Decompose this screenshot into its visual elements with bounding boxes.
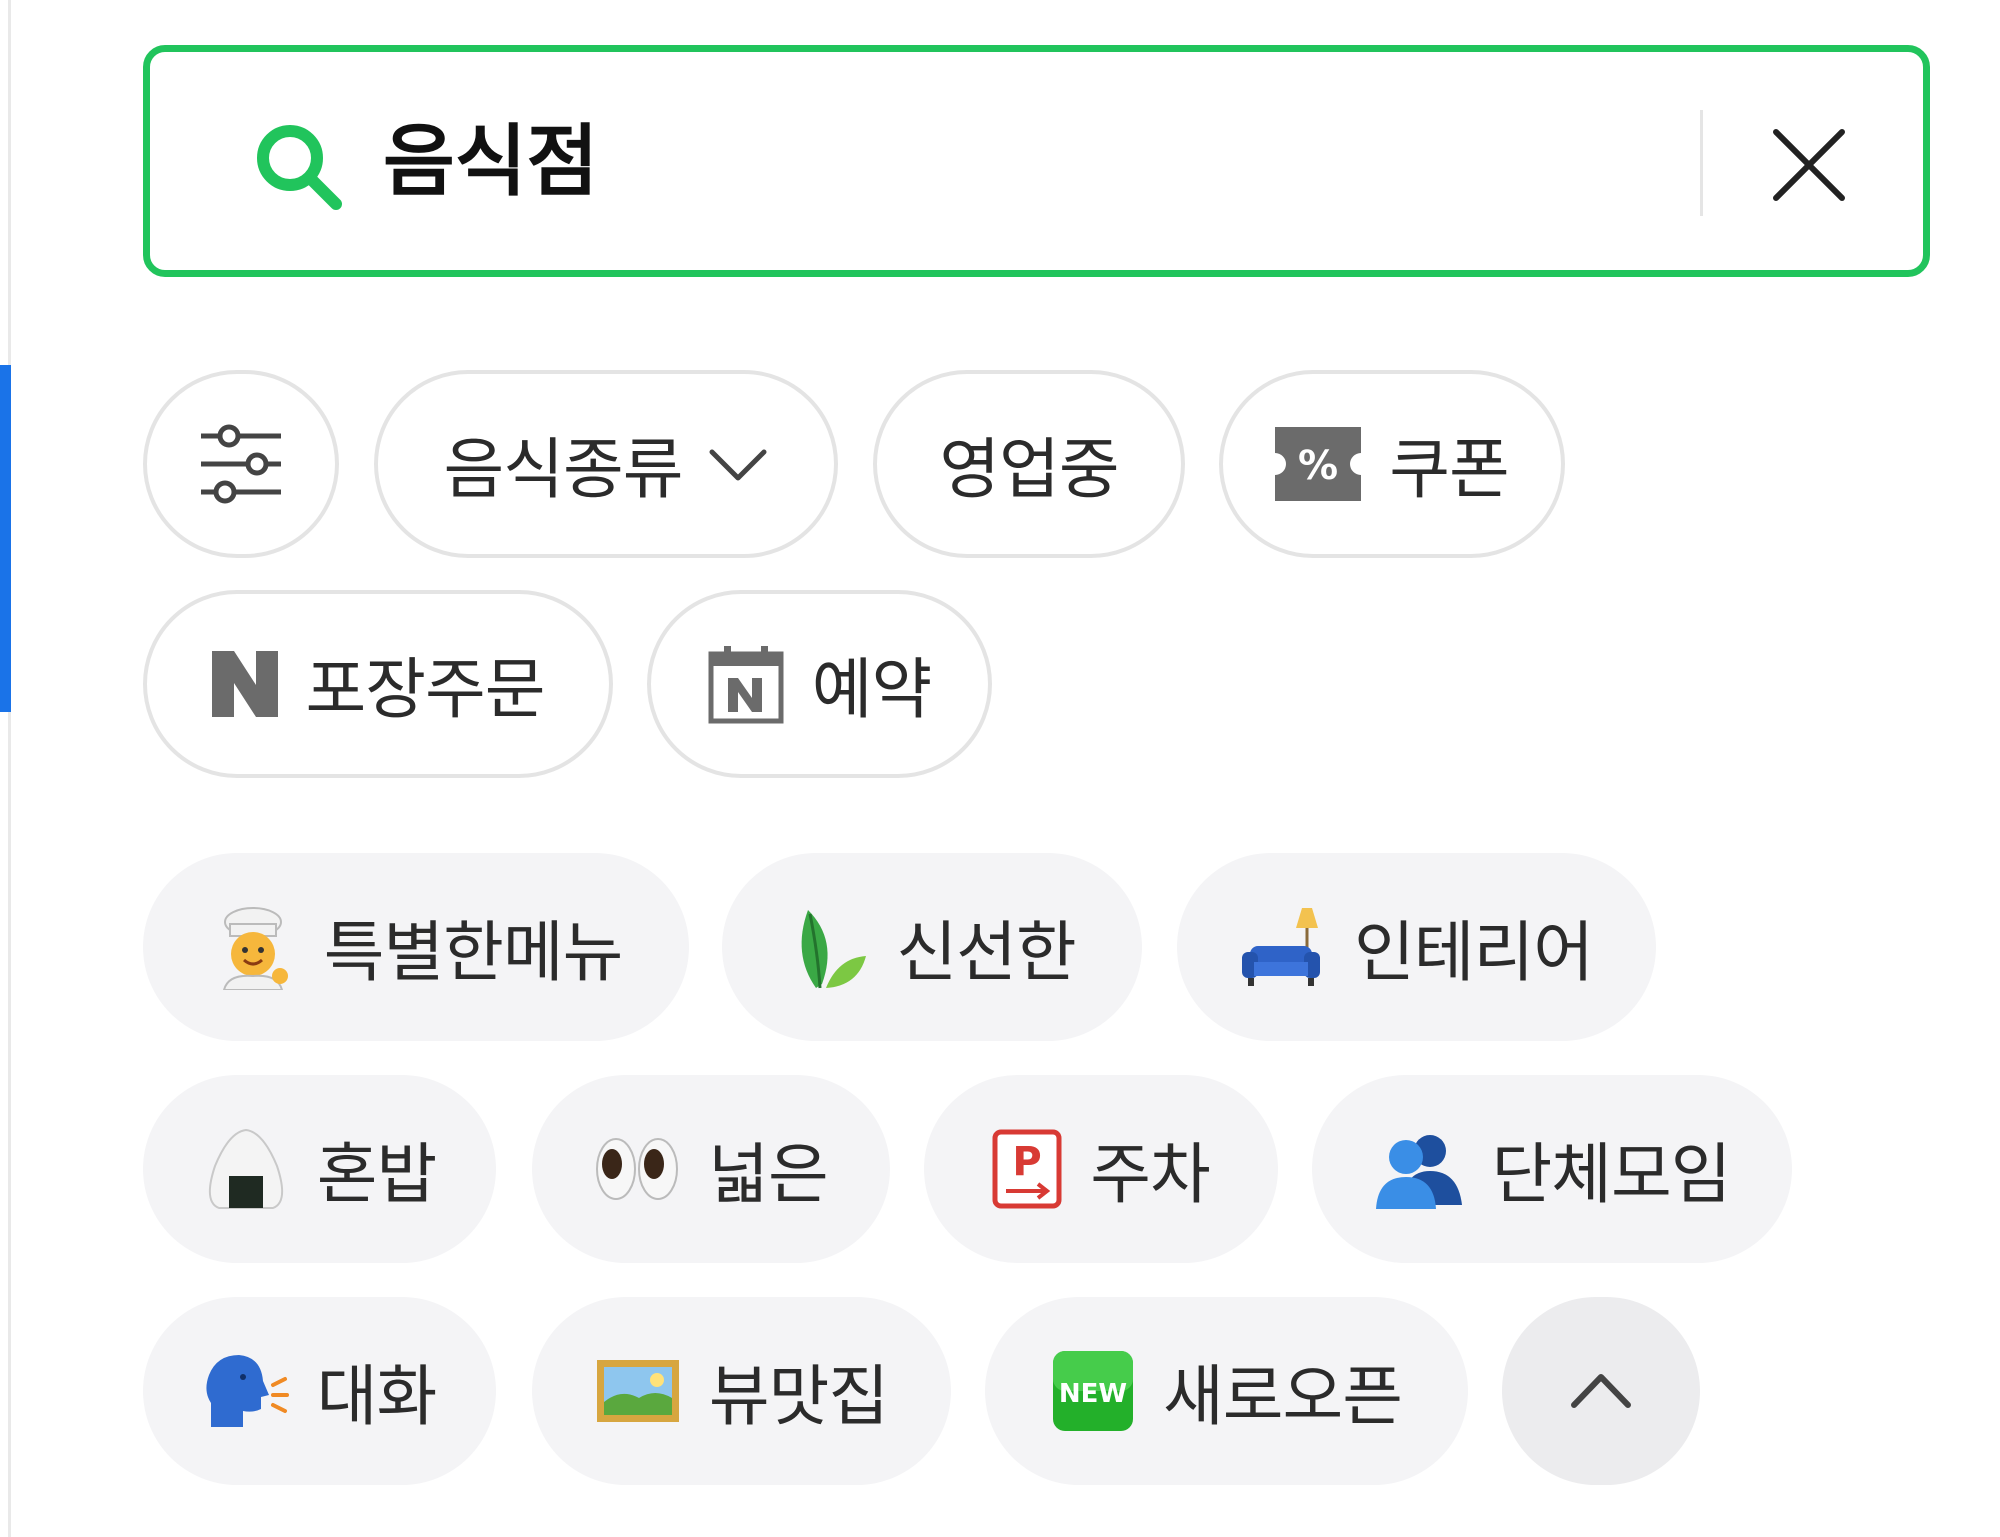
svg-text:%: %: [1298, 443, 1338, 489]
filter-label: 영업중: [939, 431, 1119, 508]
leaf-icon: [802, 910, 867, 989]
filter-reservation[interactable]: 예약: [647, 590, 992, 778]
filter-label: 포장주문: [305, 651, 546, 728]
chef-icon: [222, 907, 288, 990]
tag-label: 뷰맛집: [708, 1358, 889, 1435]
filter-label: 쿠폰: [1389, 431, 1509, 508]
svg-text:NEW: NEW: [1059, 1379, 1127, 1409]
search-icon: [257, 125, 342, 210]
sofa-lamp-icon: [1242, 908, 1321, 986]
tag-label: 단체모임: [1491, 1136, 1732, 1213]
tag-label: 특별한메뉴: [323, 914, 624, 991]
tag-label: 대화: [316, 1358, 437, 1435]
parking-icon: P: [992, 1129, 1062, 1209]
filter-food-type-dropdown[interactable]: 음식종류: [374, 370, 838, 558]
landscape-picture-icon: [596, 1360, 679, 1422]
tag-label: 새로오픈: [1163, 1358, 1403, 1435]
chevron-up-icon: [1571, 1374, 1631, 1408]
tag-view-restaurant[interactable]: 뷰맛집: [532, 1297, 951, 1485]
tag-label: 넓은: [708, 1136, 828, 1213]
filter-takeout-order[interactable]: 포장주문: [143, 590, 613, 778]
naver-n-icon: [211, 651, 278, 717]
tag-new-open[interactable]: NEW 새로오픈: [985, 1297, 1468, 1485]
calendar-n-icon: [708, 646, 784, 724]
collapse-tags-button[interactable]: [1502, 1297, 1700, 1485]
tag-spacious[interactable]: 넓은: [532, 1075, 890, 1263]
filter-label: 음식종류: [443, 431, 684, 508]
sliders-icon: [201, 424, 281, 504]
rice-ball-icon: [208, 1128, 283, 1209]
tag-special-menu[interactable]: 특별한메뉴: [143, 853, 689, 1041]
tag-label: 주차: [1090, 1136, 1210, 1213]
tag-parking[interactable]: P 주차: [924, 1075, 1278, 1263]
tag-group-gathering[interactable]: 단체모임: [1312, 1075, 1792, 1263]
tag-conversation[interactable]: 대화: [143, 1297, 496, 1485]
search-input[interactable]: [383, 100, 1673, 210]
panel-left-border: [8, 0, 11, 1537]
tag-interior[interactable]: 인테리어: [1177, 853, 1656, 1041]
filter-open-now[interactable]: 영업중: [873, 370, 1185, 558]
tag-label: 혼밥: [316, 1136, 437, 1213]
search-panel: 음식종류 영업중 % 쿠폰 포장주문: [0, 0, 2000, 1537]
search-divider: [1700, 110, 1703, 216]
tag-fresh[interactable]: 신선한: [722, 853, 1142, 1041]
tag-label: 신선한: [896, 914, 1076, 991]
new-badge-icon: NEW: [1053, 1351, 1134, 1431]
filter-coupon[interactable]: % 쿠폰: [1219, 370, 1565, 558]
svg-text:P: P: [1013, 1139, 1042, 1185]
tag-solo-dining[interactable]: 혼밥: [143, 1075, 496, 1263]
eyes-icon: [596, 1138, 679, 1200]
tag-label: 인테리어: [1354, 914, 1594, 991]
close-icon[interactable]: [1770, 126, 1848, 204]
chevron-down-icon: [709, 449, 767, 481]
filter-settings-button[interactable]: [143, 370, 339, 558]
side-scroll-indicator[interactable]: [0, 365, 11, 712]
coupon-percent-icon: %: [1275, 427, 1362, 501]
filter-label: 예약: [811, 651, 932, 728]
people-icon: [1375, 1135, 1462, 1209]
speaking-head-icon: [206, 1355, 289, 1427]
